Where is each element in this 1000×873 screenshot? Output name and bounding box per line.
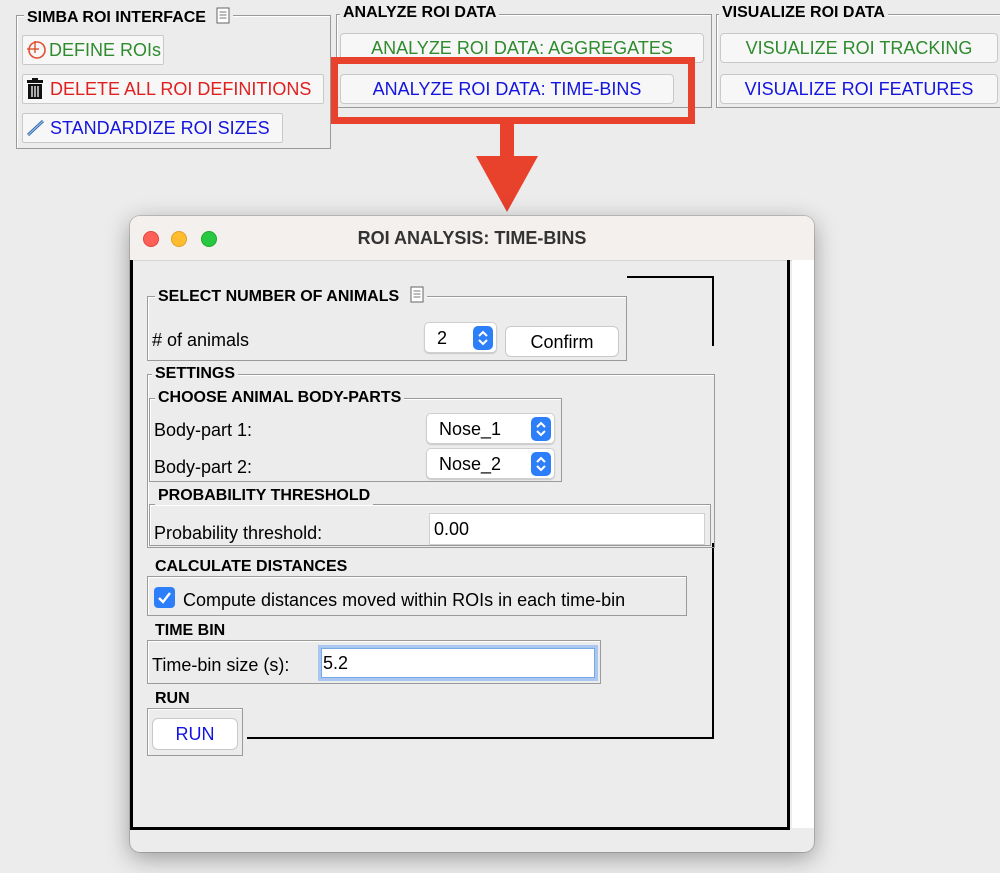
bodypart-1-select[interactable]: Nose_1 <box>426 413 555 444</box>
inner-frame-right-line-top <box>712 276 714 346</box>
timebin-label: Time-bin size (s): <box>152 655 290 675</box>
run-button[interactable]: RUN <box>152 718 238 750</box>
distances-checkbox-label: Compute distances moved within ROIs in e… <box>183 590 626 610</box>
visualize-tracking-button[interactable]: VISUALIZE ROI TRACKING <box>720 33 998 63</box>
stepper-icon <box>473 326 493 350</box>
canvas-border-right <box>787 260 790 830</box>
delete-all-roi-button[interactable]: DELETE ALL ROI DEFINITIONS <box>22 74 324 104</box>
distances-frame-title: CALCULATE DISTANCES <box>152 558 351 576</box>
distances-checkbox[interactable] <box>154 587 175 608</box>
roi-interface-title: SIMBA ROI INTERFACE <box>24 7 234 27</box>
analyze-roi-title: ANALYZE ROI DATA <box>340 4 500 22</box>
probability-label: Probability threshold: <box>154 523 323 543</box>
confirm-button[interactable]: Confirm <box>505 326 619 357</box>
delete-all-roi-label: DELETE ALL ROI DEFINITIONS <box>50 79 312 99</box>
define-rois-label: DEFINE ROIs <box>49 40 162 60</box>
doc-icon[interactable] <box>216 7 230 24</box>
ruler-icon <box>26 119 45 137</box>
visualize-features-button[interactable]: VISUALIZE ROI FEATURES <box>720 74 998 104</box>
bodypart-2-select[interactable]: Nose_2 <box>426 448 555 479</box>
stepper-icon <box>531 417 551 441</box>
num-animals-label: # of animals <box>152 330 250 350</box>
inner-frame-right-line-bottom <box>712 543 714 739</box>
visualize-roi-title: VISUALIZE ROI DATA <box>719 4 888 22</box>
standardize-roi-label: STANDARDIZE ROI SIZES <box>50 118 270 138</box>
bodypart-1-label: Body-part 1: <box>154 420 253 440</box>
window-content: SELECT NUMBER OF ANIMALS # of animals 2 … <box>130 260 814 852</box>
standardize-roi-button[interactable]: STANDARDIZE ROI SIZES <box>22 113 283 143</box>
inner-frame-bottom-line <box>247 737 714 739</box>
settings-frame-title: SETTINGS <box>152 365 239 383</box>
canvas-border-bottom <box>130 827 790 830</box>
doc-icon[interactable] <box>410 286 424 303</box>
roi-analysis-window: ROI ANALYSIS: TIME-BINS SELECT NUMBER OF… <box>130 216 814 852</box>
canvas-border-left <box>130 260 133 830</box>
down-arrow-icon <box>476 118 538 212</box>
trash-icon <box>27 78 43 99</box>
window-title: ROI ANALYSIS: TIME-BINS <box>357 228 587 248</box>
bodyparts-frame-title: CHOOSE ANIMAL BODY-PARTS <box>155 389 405 407</box>
checkmark-icon <box>158 592 171 604</box>
define-rois-button[interactable]: DEFINE ROIs <box>22 35 164 65</box>
roi-circle-icon <box>27 41 46 59</box>
scroll-area[interactable] <box>792 260 814 828</box>
highlight-box <box>331 57 695 124</box>
timebin-input[interactable]: 5.2 <box>318 645 598 681</box>
probability-input[interactable]: 0.00 <box>429 513 705 545</box>
stepper-icon <box>531 452 551 476</box>
inner-frame-top-line <box>627 276 713 278</box>
probability-frame-title: PROBABILITY THRESHOLD <box>155 487 374 505</box>
num-animals-select[interactable]: 2 <box>424 322 497 353</box>
window-titlebar[interactable]: ROI ANALYSIS: TIME-BINS <box>130 216 814 261</box>
bodypart-2-label: Body-part 2: <box>154 457 253 477</box>
run-frame-title: RUN <box>152 690 193 708</box>
animals-frame-title: SELECT NUMBER OF ANIMALS <box>155 286 427 306</box>
timebin-frame-title: TIME BIN <box>152 622 229 640</box>
